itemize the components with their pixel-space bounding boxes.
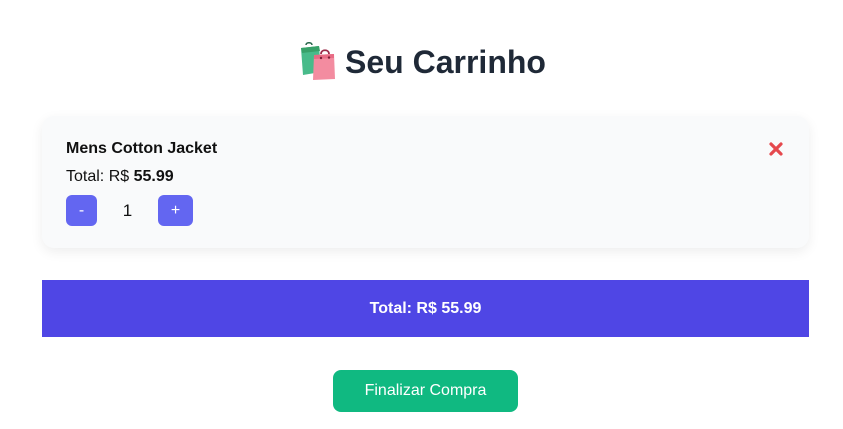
item-total-label: Total: R$: [66, 168, 130, 185]
item-total-amount: 55.99: [133, 168, 174, 185]
cart-total-bar: Total: R$ 55.99: [42, 280, 809, 337]
close-x-icon: [769, 142, 783, 156]
cart-item-card: Mens Cotton Jacket Total: R$ 55.99 - 1 +: [42, 116, 809, 248]
page-header: Seu Carrinho: [0, 40, 843, 84]
cart-total-text: Total: R$ 55.99: [369, 299, 482, 317]
item-name: Mens Cotton Jacket: [66, 140, 218, 157]
quantity-stepper: - 1 +: [66, 195, 193, 226]
cart-page: Seu Carrinho Mens Cotton Jacket Total: R…: [0, 0, 843, 429]
decrease-quantity-button[interactable]: -: [66, 195, 97, 226]
checkout-button[interactable]: Finalizar Compra: [333, 370, 518, 412]
shopping-bags-icon: [297, 41, 337, 82]
page-title: Seu Carrinho: [345, 44, 546, 80]
remove-item-button[interactable]: [765, 138, 787, 160]
increase-quantity-button[interactable]: +: [158, 195, 193, 226]
quantity-value: 1: [122, 200, 133, 220]
item-total: Total: R$ 55.99: [66, 168, 174, 186]
